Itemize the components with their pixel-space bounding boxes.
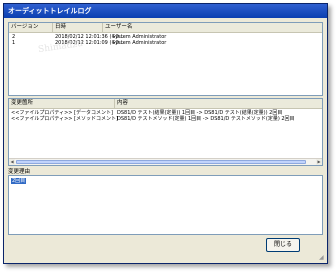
column-header-datetime[interactable]: 日時 <box>53 23 103 32</box>
scroll-thumb[interactable] <box>16 160 306 164</box>
reason-label: 変更理由 <box>8 169 31 175</box>
cell-version: 1 <box>12 40 16 46</box>
window-title: オーディットトレイルログ <box>8 7 92 15</box>
title-bar[interactable]: オーディットトレイルログ <box>4 4 327 18</box>
column-header-content[interactable]: 内容 <box>115 99 322 108</box>
close-button[interactable]: 閉じる <box>266 238 300 252</box>
scroll-right-icon[interactable]: ▶ <box>316 159 322 165</box>
column-header-version[interactable]: バージョン <box>9 23 53 32</box>
table-row[interactable]: <<ファイルプロパティ>> [メソッドコメント] DS81/D テストメソッド(… <box>9 116 322 122</box>
column-header-user[interactable]: ユーザー名 <box>103 23 322 32</box>
resize-grip-icon[interactable]: ◢ <box>319 255 325 261</box>
cell-location: <<ファイルプロパティ>> [メソッドコメント] <box>11 116 118 122</box>
cell-content: DS81/D テストメソッド(定量) 1回目 -> DS81/D テストメソッド… <box>117 116 295 122</box>
reason-field[interactable]: 2回目 <box>8 175 323 235</box>
column-header-location[interactable]: 変更箇所 <box>9 99 115 108</box>
changes-list[interactable]: 変更箇所 内容 <<ファイルプロパティ>> [データコメント] DS81/D テ… <box>8 98 323 166</box>
horizontal-scrollbar[interactable]: ◀ ▶ <box>9 158 322 165</box>
reason-value: 2回目 <box>11 178 27 184</box>
scroll-left-icon[interactable]: ◀ <box>9 159 15 165</box>
version-list-header: バージョン 日時 ユーザー名 <box>9 23 322 33</box>
changes-list-header: 変更箇所 内容 <box>9 99 322 109</box>
version-list[interactable]: バージョン 日時 ユーザー名 2 2018/02/12 12:01:36 (+0… <box>8 22 323 96</box>
cell-user: System Administrator <box>112 40 167 46</box>
